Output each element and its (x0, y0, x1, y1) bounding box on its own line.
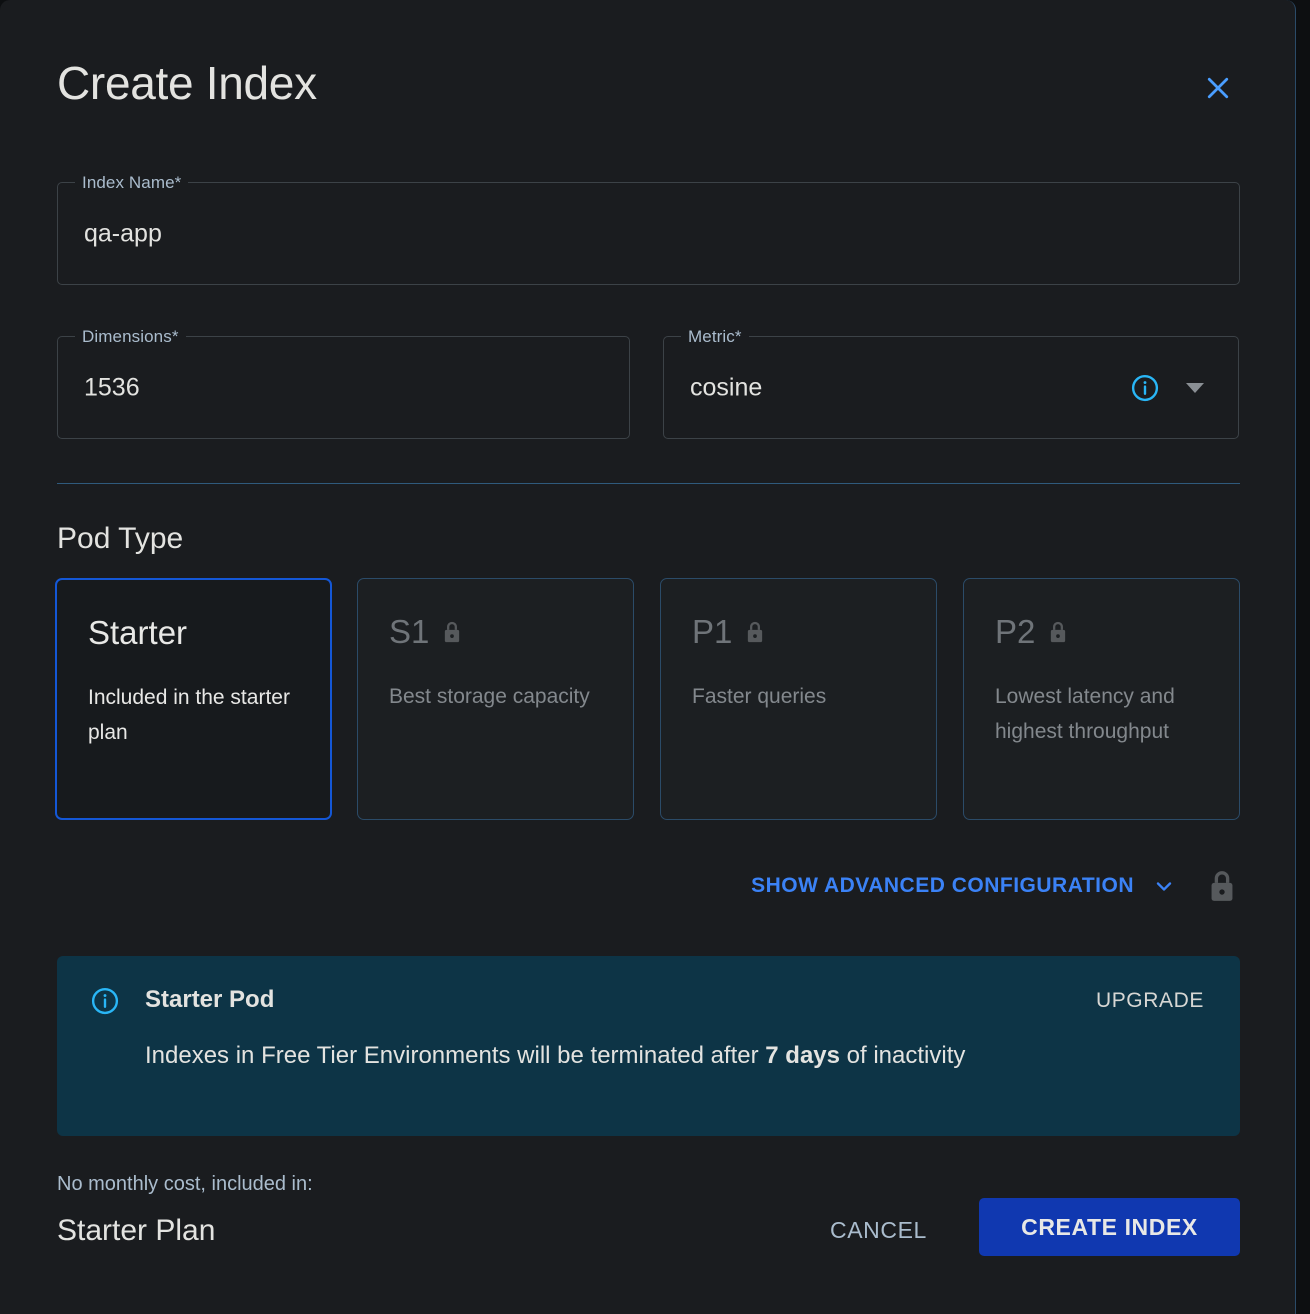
pod-card-description: Included in the starter plan (88, 686, 290, 744)
pod-type-card-p1[interactable]: P1 Faster queries (660, 578, 937, 820)
create-index-button[interactable]: CREATE INDEX (979, 1198, 1240, 1256)
chevron-down-icon[interactable] (1186, 382, 1204, 393)
plan-name: Starter Plan (57, 1214, 216, 1247)
section-divider (57, 483, 1240, 484)
lock-icon (1206, 867, 1238, 905)
dialog-header: Create Index (0, 0, 1295, 150)
pod-card-description: Faster queries (692, 685, 827, 708)
pod-card-name: P1 (692, 613, 733, 650)
banner-message: Indexes in Free Tier Environments will b… (145, 1034, 1045, 1077)
pod-card-description: Lowest latency and highest throughput (995, 685, 1175, 743)
pod-type-heading: Pod Type (57, 522, 184, 555)
dimensions-label: Dimensions* (75, 327, 186, 347)
index-name-input[interactable] (84, 219, 1145, 248)
banner-text-emphasis: 7 days (765, 1042, 840, 1069)
pod-type-card-p2[interactable]: P2 Lowest latency and highest throughput (963, 578, 1240, 820)
close-button[interactable] (1198, 68, 1238, 108)
dimensions-field[interactable]: Dimensions* (57, 327, 630, 439)
cost-note: No monthly cost, included in: (57, 1173, 313, 1195)
upgrade-button[interactable]: UPGRADE (1096, 989, 1204, 1013)
pod-type-card-s1[interactable]: S1 Best storage capacity (357, 578, 634, 820)
banner-title: Starter Pod (145, 986, 275, 1013)
pod-card-description: Best storage capacity (389, 685, 590, 708)
index-name-field[interactable]: Index Name* (57, 173, 1240, 285)
pod-card-title: P1 (692, 615, 766, 648)
banner-text-before: Indexes in Free Tier Environments will b… (145, 1042, 766, 1069)
chevron-down-icon (1152, 874, 1176, 898)
banner-text-after: of inactivity (840, 1042, 966, 1069)
lock-icon (1047, 619, 1069, 645)
metric-label: Metric* (681, 327, 749, 347)
info-circle-icon (90, 986, 120, 1016)
metric-input[interactable] (690, 373, 1144, 402)
metric-field[interactable]: Metric* (663, 327, 1239, 439)
pod-card-name: P2 (995, 613, 1036, 650)
close-icon (1203, 73, 1233, 103)
starter-pod-info-banner: Starter Pod UPGRADE Indexes in Free Tier… (57, 956, 1240, 1136)
advanced-configuration-label: SHOW ADVANCED CONFIGURATION (751, 874, 1134, 897)
pod-card-name: S1 (389, 613, 430, 650)
lock-icon (744, 619, 766, 645)
advanced-configuration-row: SHOW ADVANCED CONFIGURATION (751, 866, 1238, 906)
lock-icon (441, 619, 463, 645)
show-advanced-configuration-button[interactable]: SHOW ADVANCED CONFIGURATION (751, 874, 1176, 898)
pod-card-name: Starter (88, 614, 188, 651)
page-title: Create Index (57, 57, 317, 109)
cancel-button[interactable]: CANCEL (820, 1211, 937, 1250)
pod-card-title: Starter (88, 616, 187, 649)
pod-card-title: S1 (389, 615, 463, 648)
dimensions-input[interactable] (84, 373, 535, 402)
pod-card-title: P2 (995, 615, 1069, 648)
create-index-dialog: Create Index Index Name* Dimensions* Met… (0, 0, 1296, 1314)
index-name-label: Index Name* (75, 173, 189, 193)
pod-type-card-starter[interactable]: Starter Included in the starter plan (55, 578, 332, 820)
info-circle-icon[interactable] (1130, 373, 1160, 403)
